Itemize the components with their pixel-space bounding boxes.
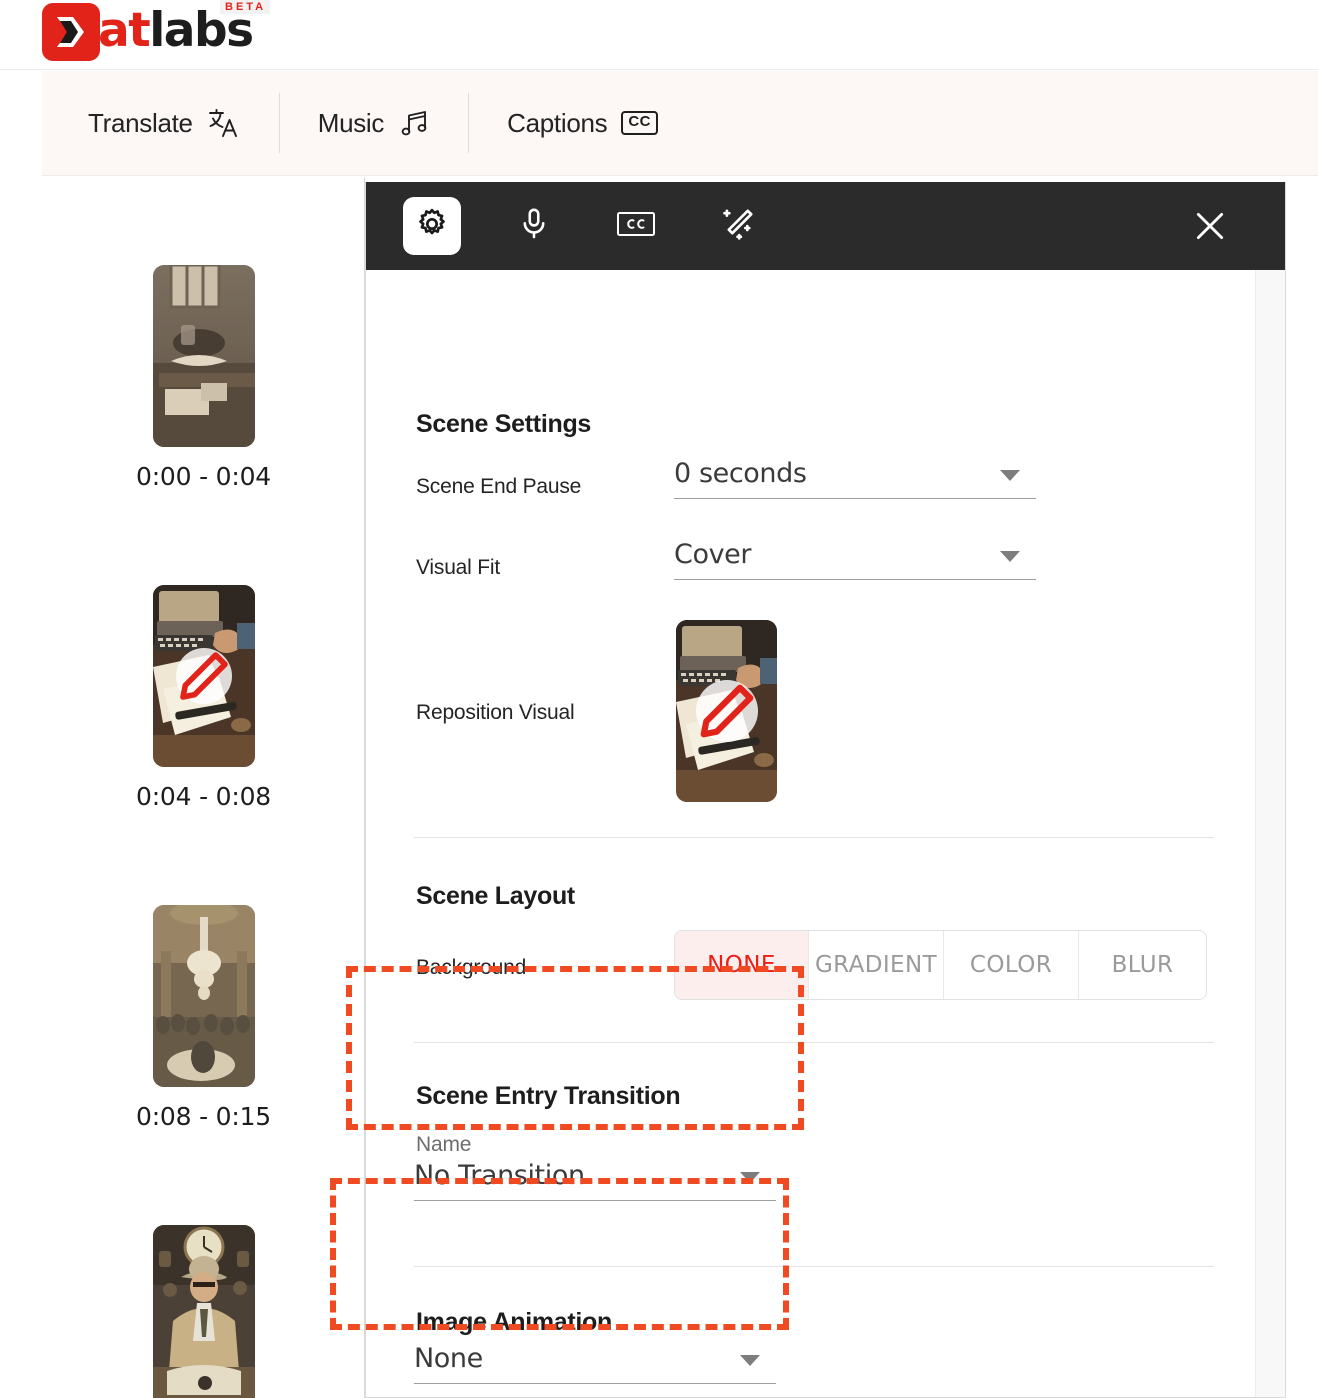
scene-end-pause-select[interactable]: 0 seconds bbox=[674, 458, 1036, 499]
scene-item-4[interactable] bbox=[42, 1225, 364, 1398]
scene-thumbnail-3[interactable] bbox=[152, 905, 255, 1087]
feature-nav-bar: Translate Music Captions CC bbox=[42, 71, 1318, 176]
nav-label-captions: Captions bbox=[507, 107, 608, 138]
scene-entry-transition-title: Scene Entry Transition bbox=[416, 1082, 681, 1110]
nav-item-music[interactable]: Music bbox=[280, 94, 468, 152]
nav-item-captions[interactable]: Captions CC bbox=[469, 94, 696, 152]
brand-name-red: at bbox=[98, 3, 151, 58]
visual-fit-value: Cover bbox=[674, 539, 752, 570]
scene-settings-modal: Scene Settings Scene End Pause 0 seconds… bbox=[365, 182, 1286, 1398]
microphone-icon bbox=[517, 207, 551, 246]
scene-time-1: 0:00 - 0:04 bbox=[136, 462, 271, 491]
scene-thumbnail-4[interactable] bbox=[152, 1225, 255, 1398]
scene-item-1[interactable]: 0:00 - 0:04 bbox=[42, 265, 364, 491]
nav-label-music: Music bbox=[317, 107, 385, 138]
modal-content: Scene Settings Scene End Pause 0 seconds… bbox=[366, 270, 1285, 1397]
close-icon[interactable] bbox=[1188, 204, 1232, 248]
edit-visual-badge-2[interactable] bbox=[175, 648, 232, 704]
scene-time-3: 0:08 - 0:15 bbox=[136, 1102, 271, 1131]
gear-icon bbox=[415, 207, 449, 246]
chevron-down-icon bbox=[740, 1355, 760, 1366]
image-animation-select[interactable]: None bbox=[414, 1343, 776, 1384]
section-divider-2 bbox=[414, 1042, 1214, 1043]
app-header: atlabs BETA bbox=[0, 0, 1318, 70]
modal-scrollbar[interactable] bbox=[1255, 270, 1285, 1397]
transition-name-select[interactable]: No Transition bbox=[414, 1160, 776, 1201]
background-label: Background bbox=[416, 956, 527, 979]
play-chevron-logo-icon bbox=[42, 3, 100, 61]
music-note-icon bbox=[398, 107, 430, 139]
chevron-down-icon bbox=[740, 1172, 760, 1183]
settings-form: Scene Settings Scene End Pause 0 seconds… bbox=[366, 270, 1257, 1397]
visual-fit-select[interactable]: Cover bbox=[674, 539, 1036, 580]
scene-thumbnail-2[interactable] bbox=[152, 585, 255, 767]
background-option-color[interactable]: COLOR bbox=[944, 931, 1079, 999]
magic-wand-icon bbox=[720, 206, 756, 247]
image-animation-value: None bbox=[414, 1343, 483, 1374]
nav-item-translate[interactable]: Translate bbox=[42, 94, 279, 152]
background-option-group[interactable]: NONE GRADIENT COLOR BLUR bbox=[674, 930, 1207, 1000]
scene-layout-title: Scene Layout bbox=[416, 882, 575, 910]
translate-icon bbox=[207, 106, 241, 140]
pencil-edit-icon[interactable] bbox=[695, 680, 758, 742]
scene-item-3[interactable]: 0:08 - 0:15 bbox=[42, 905, 364, 1131]
transition-name-value: No Transition bbox=[414, 1160, 585, 1191]
tab-settings[interactable] bbox=[403, 197, 461, 255]
cc-icon: CC bbox=[621, 111, 659, 135]
tab-voice[interactable] bbox=[505, 197, 563, 255]
section-divider-1 bbox=[414, 837, 1214, 838]
background-option-none[interactable]: NONE bbox=[675, 931, 809, 999]
scene-item-2[interactable]: 0:04 - 0:08 bbox=[42, 585, 364, 811]
cc-icon bbox=[616, 207, 656, 246]
section-divider-3 bbox=[414, 1266, 1214, 1267]
chevron-down-icon bbox=[1000, 551, 1020, 562]
brand-logo[interactable]: atlabs BETA bbox=[42, 0, 271, 61]
tab-captions[interactable] bbox=[607, 197, 665, 255]
nav-label-translate: Translate bbox=[88, 107, 193, 138]
scene-end-pause-label: Scene End Pause bbox=[416, 475, 582, 498]
visual-fit-label: Visual Fit bbox=[416, 556, 500, 579]
scene-thumbnail-1[interactable] bbox=[152, 265, 255, 447]
scene-time-2: 0:04 - 0:08 bbox=[136, 782, 271, 811]
image-animation-title: Image Animation bbox=[416, 1308, 612, 1336]
scene-thumbnail-rail[interactable]: 0:00 - 0:04 0:04 - 0:08 0:08 - 0:15 bbox=[42, 177, 365, 1398]
reposition-visual-thumbnail[interactable] bbox=[676, 620, 777, 802]
chevron-down-icon bbox=[1000, 470, 1020, 481]
background-option-blur[interactable]: BLUR bbox=[1079, 931, 1206, 999]
modal-toolbar bbox=[366, 182, 1285, 270]
tab-enhance[interactable] bbox=[709, 197, 767, 255]
scene-end-pause-value: 0 seconds bbox=[674, 458, 807, 489]
reposition-visual-label: Reposition Visual bbox=[416, 701, 575, 724]
beta-badge: BETA bbox=[220, 0, 271, 14]
scene-settings-title: Scene Settings bbox=[416, 410, 592, 438]
background-option-gradient[interactable]: GRADIENT bbox=[809, 931, 944, 999]
transition-name-label: Name bbox=[416, 1133, 472, 1156]
